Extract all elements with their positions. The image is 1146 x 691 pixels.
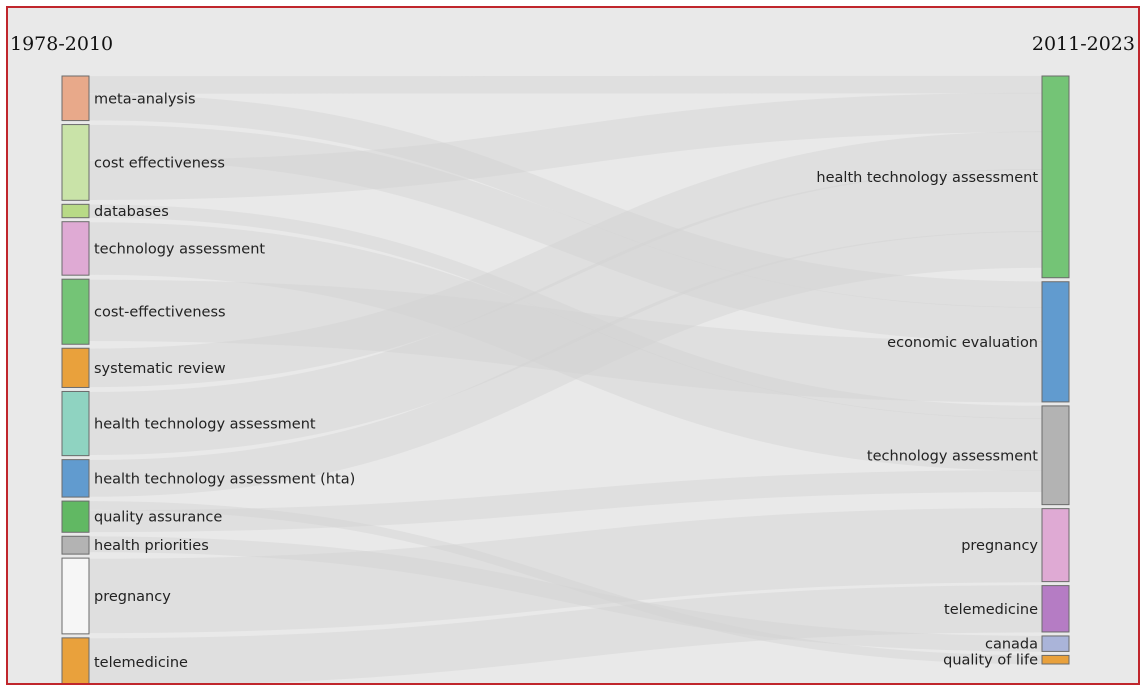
left-node-label: telemedicine — [94, 655, 188, 671]
right-node-label: telemedicine — [944, 602, 1038, 618]
right-node-bar — [1041, 281, 1070, 403]
left-node-bar — [61, 535, 90, 555]
left-node-bar — [61, 75, 90, 122]
left-node-label: health technology assessment (hta) — [94, 471, 355, 487]
left-node-label: cost-effectiveness — [94, 305, 226, 321]
left-node-label: quality assurance — [94, 510, 222, 526]
left-node-bar — [61, 459, 90, 498]
left-node-label: technology assessment — [94, 241, 265, 257]
left-node-bar — [61, 637, 90, 683]
right-node-bar — [1041, 405, 1070, 506]
left-node-bar — [61, 390, 90, 457]
right-node-bar — [1041, 508, 1070, 583]
left-node-bar — [61, 203, 90, 219]
right-node-label: economic evaluation — [887, 335, 1038, 351]
left-node-bar — [61, 278, 90, 345]
left-node-bar — [61, 347, 90, 388]
right-node-label: canada — [985, 637, 1038, 653]
left-node-label: systematic review — [94, 361, 226, 377]
right-period-label: 2011-2023 — [1032, 33, 1135, 55]
left-period-label: 1978-2010 — [10, 33, 113, 55]
left-node-bar — [61, 124, 90, 201]
left-node-bar — [61, 500, 90, 533]
sankey-diagram: meta-analysis cost effectiveness databases… — [10, 33, 1135, 683]
right-node-label: quality of life — [943, 653, 1038, 669]
left-node-label: meta-analysis — [94, 91, 196, 107]
left-node-label: pregnancy — [94, 589, 171, 605]
sankey-frame: meta-analysis cost effectiveness databases… — [6, 6, 1140, 685]
left-node-label: databases — [94, 204, 169, 220]
right-node-bar — [1041, 585, 1070, 633]
left-node-bar — [61, 557, 90, 635]
right-node-bar — [1041, 654, 1070, 665]
right-node-label: technology assessment — [867, 448, 1038, 464]
left-node-label: health technology assessment — [94, 417, 316, 433]
left-node-label: cost effectiveness — [94, 155, 225, 171]
left-node-bar — [61, 221, 90, 276]
right-node-bar — [1041, 75, 1070, 279]
right-node-label: health technology assessment — [816, 170, 1038, 186]
right-node-bar — [1041, 635, 1070, 652]
left-node-label: health priorities — [94, 538, 209, 554]
right-node-label: pregnancy — [961, 538, 1038, 554]
